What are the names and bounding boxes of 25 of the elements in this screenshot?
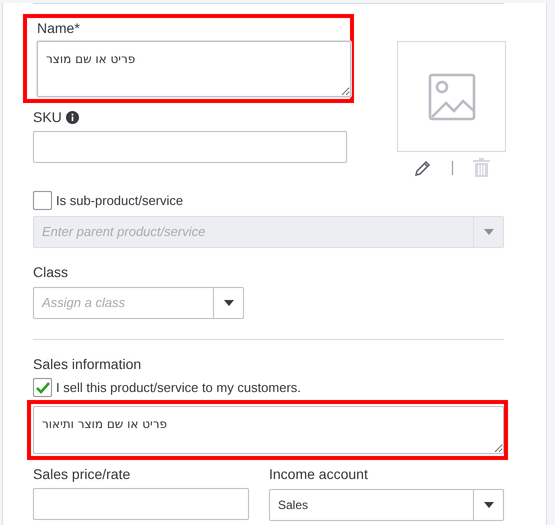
sales-price-field[interactable] (33, 488, 249, 520)
description-field[interactable]: פריט או שם מוצר ותיאור (33, 406, 504, 454)
info-icon[interactable] (66, 111, 79, 124)
caret-icon (484, 502, 494, 508)
field-label: SKU (33, 109, 62, 126)
checkbox[interactable] (33, 191, 52, 210)
edit-icon[interactable] (414, 158, 432, 176)
checkbox-label: I sell this product/service to my customers. (56, 380, 301, 395)
placeholder-text: Enter parent product/service (41, 223, 206, 241)
caret-icon (484, 229, 494, 235)
image-placeholder[interactable] (397, 41, 506, 152)
field-label: Name* (37, 20, 81, 37)
selected-value: Sales (277, 497, 310, 514)
field-label: Sales price/rate (33, 466, 132, 483)
section-title: Sales information (33, 356, 142, 373)
checkbox[interactable] (33, 378, 52, 397)
name-field[interactable]: פריט או שם מוצר (37, 41, 351, 97)
income-account-dropdown[interactable]: Sales (269, 489, 504, 521)
field-label: Class (33, 264, 70, 281)
placeholder-text: Assign a class (40, 294, 126, 312)
image-icon (428, 72, 476, 120)
field-label: Income account (269, 466, 369, 483)
caret-icon (224, 300, 234, 306)
sku-field[interactable] (33, 131, 347, 163)
checkbox-label: Is sub-product/service (56, 193, 184, 208)
